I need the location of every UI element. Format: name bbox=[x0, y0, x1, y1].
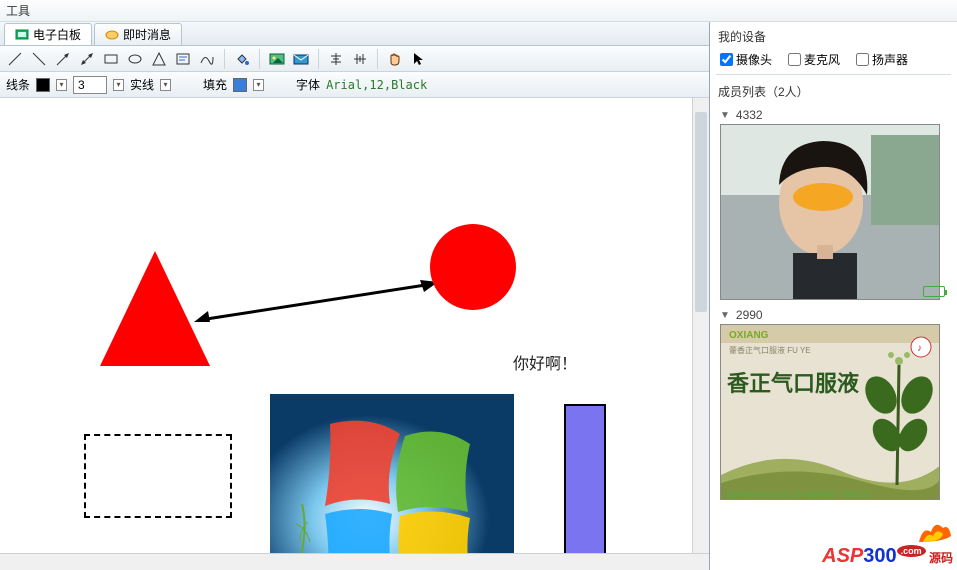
svg-text:国药准字Z51021320 四川恩威制药厂有限公司: 国药准字Z51021320 四川恩威制药厂有限公司 bbox=[727, 490, 869, 499]
svg-text:♪: ♪ bbox=[917, 343, 922, 354]
svg-text:香正气口服液: 香正气口服液 bbox=[727, 371, 859, 396]
line-width-dropdown[interactable]: ▾ bbox=[113, 79, 124, 91]
collapse-icon: ▼ bbox=[720, 310, 730, 321]
member-header[interactable]: ▼ 4332 bbox=[716, 106, 951, 124]
font-label: 字体 bbox=[296, 76, 320, 93]
chk-mic[interactable]: 麦克风 bbox=[788, 51, 840, 68]
member-id: 4332 bbox=[736, 108, 763, 122]
tool-line-ne[interactable] bbox=[28, 48, 50, 70]
menu-bar: 工具 bbox=[0, 0, 957, 22]
shape-filled-rect[interactable] bbox=[564, 404, 606, 553]
separator bbox=[224, 49, 225, 69]
vertical-scrollbar[interactable] bbox=[692, 98, 709, 553]
member-header[interactable]: ▼ 2990 bbox=[716, 306, 951, 324]
style-dropdown[interactable]: ▾ bbox=[160, 79, 171, 91]
chk-speaker[interactable]: 扬声器 bbox=[856, 51, 908, 68]
tool-text[interactable] bbox=[172, 48, 194, 70]
tool-ellipse[interactable] bbox=[124, 48, 146, 70]
tool-triangle[interactable] bbox=[148, 48, 170, 70]
devices-title: 我的设备 bbox=[716, 26, 951, 49]
tool-align-center[interactable] bbox=[325, 48, 347, 70]
tool-line-nw[interactable] bbox=[4, 48, 26, 70]
tool-rect[interactable] bbox=[100, 48, 122, 70]
tab-label: 即时消息 bbox=[123, 26, 171, 43]
tool-image[interactable] bbox=[266, 48, 288, 70]
flame-icon bbox=[913, 514, 953, 544]
tool-hand[interactable] bbox=[384, 48, 406, 70]
font-spec[interactable]: Arial,12,Black bbox=[326, 78, 427, 92]
tool-align-vcenter[interactable] bbox=[349, 48, 371, 70]
horizontal-scrollbar[interactable] bbox=[0, 553, 709, 570]
style-toolbar: 线条 ▾ 3 ▾ 实线 ▾ 填充 ▾ 字体 Arial,12,Black bbox=[0, 72, 709, 98]
tab-whiteboard[interactable]: 电子白板 bbox=[4, 23, 92, 45]
tab-im[interactable]: 即时消息 bbox=[94, 23, 182, 45]
shape-double-arrow[interactable] bbox=[194, 278, 438, 326]
image-windows-logo[interactable] bbox=[270, 394, 514, 553]
member-id: 2990 bbox=[736, 308, 763, 322]
whiteboard-icon bbox=[15, 29, 29, 41]
device-checkboxes: 摄像头 麦克风 扬声器 bbox=[716, 49, 951, 75]
separator bbox=[377, 49, 378, 69]
line-color-swatch[interactable] bbox=[36, 78, 50, 92]
chat-icon bbox=[105, 29, 119, 41]
member-video[interactable]: OXIANG 藿香正气口服液 FU YE ♪ 香正气口服液 国药准字Z51021… bbox=[720, 324, 940, 500]
tool-email[interactable] bbox=[290, 48, 312, 70]
shape-circle[interactable] bbox=[430, 224, 516, 310]
members-title: 成员列表（2人） bbox=[716, 75, 951, 104]
line-color-dropdown[interactable]: ▾ bbox=[56, 79, 67, 91]
collapse-icon: ▼ bbox=[720, 110, 730, 121]
right-pane: 我的设备 摄像头 麦克风 扬声器 成员列表（2人） ▼ 4332 bbox=[710, 22, 957, 570]
fill-color-dropdown[interactable]: ▾ bbox=[253, 79, 264, 91]
whiteboard-canvas[interactable]: 你好啊！ bbox=[0, 98, 692, 553]
tab-label: 电子白板 bbox=[33, 26, 81, 43]
svg-text:藿香正气口服液 FU YE: 藿香正气口服液 FU YE bbox=[729, 345, 811, 355]
svg-text:OXIANG: OXIANG bbox=[729, 330, 769, 341]
fill-color-swatch[interactable] bbox=[233, 78, 247, 92]
menu-tools[interactable]: 工具 bbox=[6, 4, 30, 18]
line-width-input[interactable]: 3 bbox=[73, 76, 107, 94]
tool-freehand[interactable] bbox=[196, 48, 218, 70]
tool-fill[interactable] bbox=[231, 48, 253, 70]
shape-toolbar bbox=[0, 46, 709, 72]
separator bbox=[318, 49, 319, 69]
member-item: ▼ 4332 bbox=[716, 104, 951, 304]
member-item: ▼ 2990 OXIANG 藿香正气口服液 FU YE ♪ 香正气口服液 bbox=[716, 304, 951, 504]
chk-camera[interactable]: 摄像头 bbox=[720, 51, 772, 68]
style-label: 实线 bbox=[130, 76, 154, 93]
shape-dashed-rect[interactable] bbox=[84, 434, 232, 518]
tool-pointer[interactable] bbox=[408, 48, 430, 70]
canvas-area: 你好啊！ bbox=[0, 98, 709, 553]
tab-strip: 电子白板 即时消息 bbox=[0, 22, 709, 46]
tool-arrow[interactable] bbox=[52, 48, 74, 70]
watermark: ASP300.com 源码 bbox=[822, 545, 953, 568]
line-label: 线条 bbox=[6, 76, 30, 93]
fill-label: 填充 bbox=[203, 76, 227, 93]
left-pane: 电子白板 即时消息 bbox=[0, 22, 710, 570]
battery-icon bbox=[923, 286, 945, 297]
separator bbox=[259, 49, 260, 69]
tool-double-arrow[interactable] bbox=[76, 48, 98, 70]
member-video[interactable] bbox=[720, 124, 940, 300]
text-hello[interactable]: 你好啊！ bbox=[513, 350, 577, 374]
